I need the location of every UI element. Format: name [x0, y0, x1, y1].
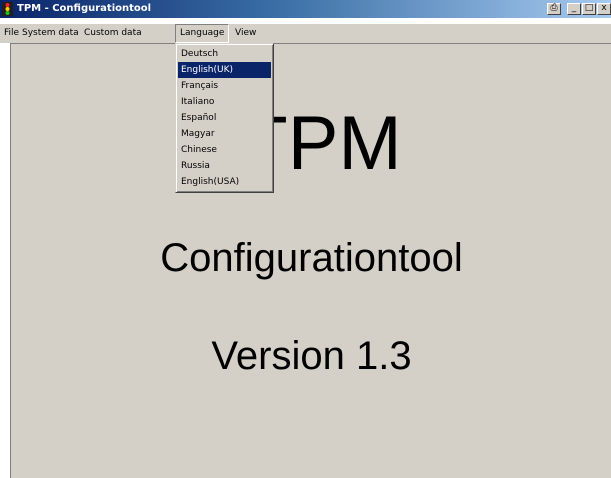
app-subtitle: Configurationtool [160, 236, 463, 280]
traffic-light-icon[interactable] [2, 2, 13, 16]
title-bar[interactable]: TPM - Configurationtool ⎙ _ □ x [0, 0, 611, 18]
version-label: Version 1.3 [211, 334, 412, 378]
menu-system-data[interactable]: System data [18, 24, 83, 43]
menu-language[interactable]: Language [175, 24, 230, 43]
language-option-italiano[interactable]: Italiano [178, 94, 271, 110]
minimize-button[interactable]: _ [567, 3, 581, 15]
language-option-english-uk[interactable]: English(UK) [178, 62, 271, 78]
menu-custom-data[interactable]: Custom data [80, 24, 146, 43]
menu-bar: File System data Custom data Language Vi… [0, 24, 611, 43]
window-title: TPM - Configurationtool [17, 3, 152, 14]
language-dropdown: Deutsch English(UK) Français Italiano Es… [175, 43, 274, 193]
language-option-english-usa[interactable]: English(USA) [178, 174, 271, 190]
language-option-russia[interactable]: Russia [178, 158, 271, 174]
language-option-magyar[interactable]: Magyar [178, 126, 271, 142]
application-window: TPM - Configurationtool ⎙ _ □ x File Sys… [0, 0, 611, 478]
language-option-francais[interactable]: Français [178, 78, 271, 94]
language-option-chinese[interactable]: Chinese [178, 142, 271, 158]
menu-view[interactable]: View [231, 24, 260, 43]
app-title: TPM [241, 101, 402, 186]
language-option-deutsch[interactable]: Deutsch [178, 46, 271, 62]
maximize-button[interactable]: □ [582, 3, 596, 15]
language-option-espanol[interactable]: Español [178, 110, 271, 126]
extra-button[interactable]: ⎙ [547, 3, 561, 15]
main-content-area: TPM Configurationtool Version 1.3 [10, 43, 611, 478]
close-button[interactable]: x [597, 3, 611, 15]
